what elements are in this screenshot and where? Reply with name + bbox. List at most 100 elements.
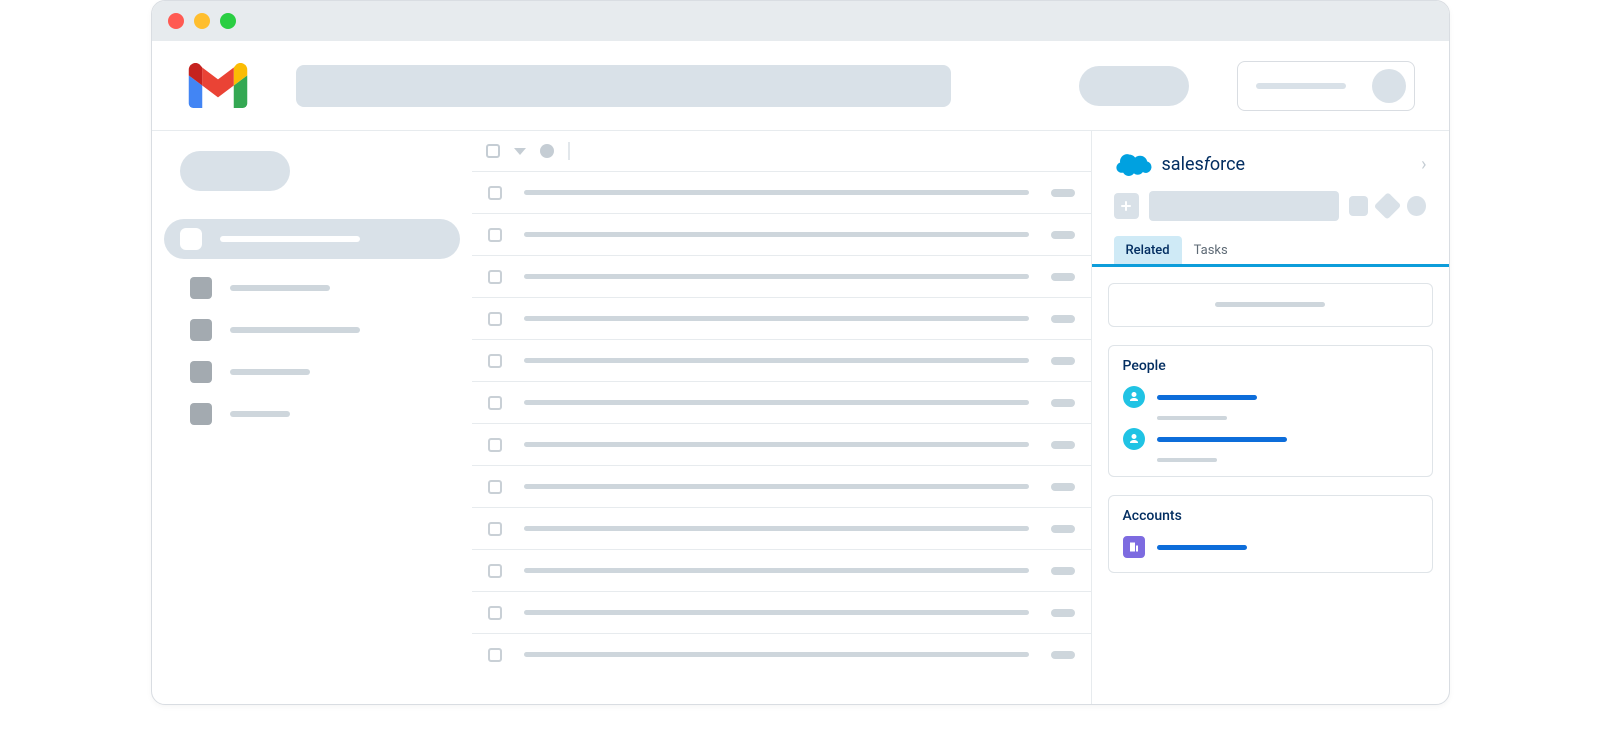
person-name-link[interactable] bbox=[1157, 437, 1287, 442]
mail-time-placeholder bbox=[1051, 189, 1075, 197]
mail-time-placeholder bbox=[1051, 441, 1075, 449]
row-checkbox[interactable] bbox=[488, 438, 502, 452]
salesforce-cloud-icon bbox=[1114, 151, 1152, 177]
sidebar-item-inbox[interactable] bbox=[164, 219, 460, 259]
minimize-window-button[interactable] bbox=[194, 13, 210, 29]
mail-row[interactable] bbox=[472, 423, 1091, 465]
mail-row[interactable] bbox=[472, 297, 1091, 339]
select-dropdown-icon[interactable] bbox=[514, 148, 526, 155]
chevron-right-icon[interactable]: › bbox=[1421, 154, 1426, 175]
macos-titlebar bbox=[152, 1, 1449, 41]
row-checkbox[interactable] bbox=[488, 270, 502, 284]
mail-time-placeholder bbox=[1051, 231, 1075, 239]
row-checkbox[interactable] bbox=[488, 354, 502, 368]
mail-row[interactable] bbox=[472, 465, 1091, 507]
mail-row[interactable] bbox=[472, 591, 1091, 633]
mail-subject-placeholder bbox=[524, 274, 1029, 279]
row-checkbox[interactable] bbox=[488, 186, 502, 200]
tab-related[interactable]: Related bbox=[1114, 236, 1182, 264]
account-row[interactable] bbox=[1123, 536, 1418, 558]
mail-row[interactable] bbox=[472, 339, 1091, 381]
inbox-icon bbox=[180, 228, 202, 250]
row-checkbox[interactable] bbox=[488, 396, 502, 410]
mail-row[interactable] bbox=[472, 381, 1091, 423]
mail-time-placeholder bbox=[1051, 315, 1075, 323]
toolbar-dot-icon[interactable] bbox=[1407, 196, 1426, 216]
mail-row[interactable] bbox=[472, 171, 1091, 213]
mail-subject-placeholder bbox=[524, 232, 1029, 237]
person-row[interactable] bbox=[1123, 386, 1418, 408]
add-record-button[interactable] bbox=[1114, 193, 1139, 219]
account-name-link[interactable] bbox=[1157, 545, 1247, 550]
salesforce-panel: salesforce › Related Tasks P bbox=[1091, 131, 1449, 704]
mail-subject-placeholder bbox=[524, 652, 1029, 657]
person-name-link[interactable] bbox=[1157, 395, 1257, 400]
summary-placeholder bbox=[1215, 302, 1325, 307]
sidebar-item[interactable] bbox=[174, 267, 460, 309]
header-action-pill[interactable] bbox=[1079, 66, 1189, 106]
mail-time-placeholder bbox=[1051, 273, 1075, 281]
mail-subject-placeholder bbox=[524, 484, 1029, 489]
row-checkbox[interactable] bbox=[488, 648, 502, 662]
mail-time-placeholder bbox=[1051, 399, 1075, 407]
tab-tasks[interactable]: Tasks bbox=[1182, 236, 1240, 264]
refresh-icon[interactable] bbox=[540, 144, 554, 158]
zoom-window-button[interactable] bbox=[220, 13, 236, 29]
app-window: salesforce › Related Tasks P bbox=[151, 0, 1450, 705]
mail-time-placeholder bbox=[1051, 525, 1075, 533]
mail-row[interactable] bbox=[472, 255, 1091, 297]
account-switcher[interactable] bbox=[1237, 61, 1415, 111]
gmail-sidebar bbox=[152, 131, 472, 704]
toolbar-square-icon[interactable] bbox=[1349, 196, 1368, 216]
mail-row[interactable] bbox=[472, 507, 1091, 549]
gmail-logo-icon bbox=[188, 63, 248, 108]
row-checkbox[interactable] bbox=[488, 522, 502, 536]
salesforce-tabs: Related Tasks bbox=[1092, 235, 1449, 267]
close-window-button[interactable] bbox=[168, 13, 184, 29]
mail-row[interactable] bbox=[472, 549, 1091, 591]
avatar-icon bbox=[1372, 69, 1406, 103]
person-row[interactable] bbox=[1123, 428, 1418, 450]
account-icon bbox=[1123, 536, 1145, 558]
mail-row[interactable] bbox=[472, 633, 1091, 675]
salesforce-search-input[interactable] bbox=[1149, 191, 1339, 221]
people-section: People bbox=[1108, 345, 1433, 477]
mail-list-toolbar bbox=[472, 131, 1091, 171]
person-subtext bbox=[1157, 458, 1217, 462]
compose-button[interactable] bbox=[180, 151, 290, 191]
account-name-placeholder bbox=[1256, 83, 1346, 89]
mail-time-placeholder bbox=[1051, 567, 1075, 575]
person-icon bbox=[1123, 386, 1145, 408]
sidebar-item[interactable] bbox=[174, 393, 460, 435]
mail-subject-placeholder bbox=[524, 358, 1029, 363]
sidebar-item-label bbox=[230, 411, 290, 417]
mail-subject-placeholder bbox=[524, 526, 1029, 531]
accounts-section: Accounts bbox=[1108, 495, 1433, 573]
mail-subject-placeholder bbox=[524, 442, 1029, 447]
salesforce-summary-card bbox=[1108, 283, 1433, 327]
mail-row[interactable] bbox=[472, 213, 1091, 255]
toolbar-diamond-icon[interactable] bbox=[1374, 192, 1402, 220]
mail-subject-placeholder bbox=[524, 190, 1029, 195]
mail-time-placeholder bbox=[1051, 483, 1075, 491]
row-checkbox[interactable] bbox=[488, 564, 502, 578]
sidebar-item-label bbox=[220, 236, 360, 242]
sidebar-item[interactable] bbox=[174, 351, 460, 393]
row-checkbox[interactable] bbox=[488, 312, 502, 326]
folder-icon bbox=[190, 361, 212, 383]
search-input[interactable] bbox=[296, 65, 951, 107]
mail-subject-placeholder bbox=[524, 568, 1029, 573]
sidebar-item[interactable] bbox=[174, 309, 460, 351]
salesforce-brand-label: salesforce bbox=[1162, 154, 1246, 175]
gmail-header bbox=[152, 41, 1449, 131]
folder-icon bbox=[190, 403, 212, 425]
sidebar-item-label bbox=[230, 327, 360, 333]
mail-time-placeholder bbox=[1051, 651, 1075, 659]
row-checkbox[interactable] bbox=[488, 606, 502, 620]
row-checkbox[interactable] bbox=[488, 228, 502, 242]
mail-subject-placeholder bbox=[524, 316, 1029, 321]
mail-time-placeholder bbox=[1051, 357, 1075, 365]
select-all-checkbox[interactable] bbox=[486, 144, 500, 158]
row-checkbox[interactable] bbox=[488, 480, 502, 494]
folder-icon bbox=[190, 277, 212, 299]
